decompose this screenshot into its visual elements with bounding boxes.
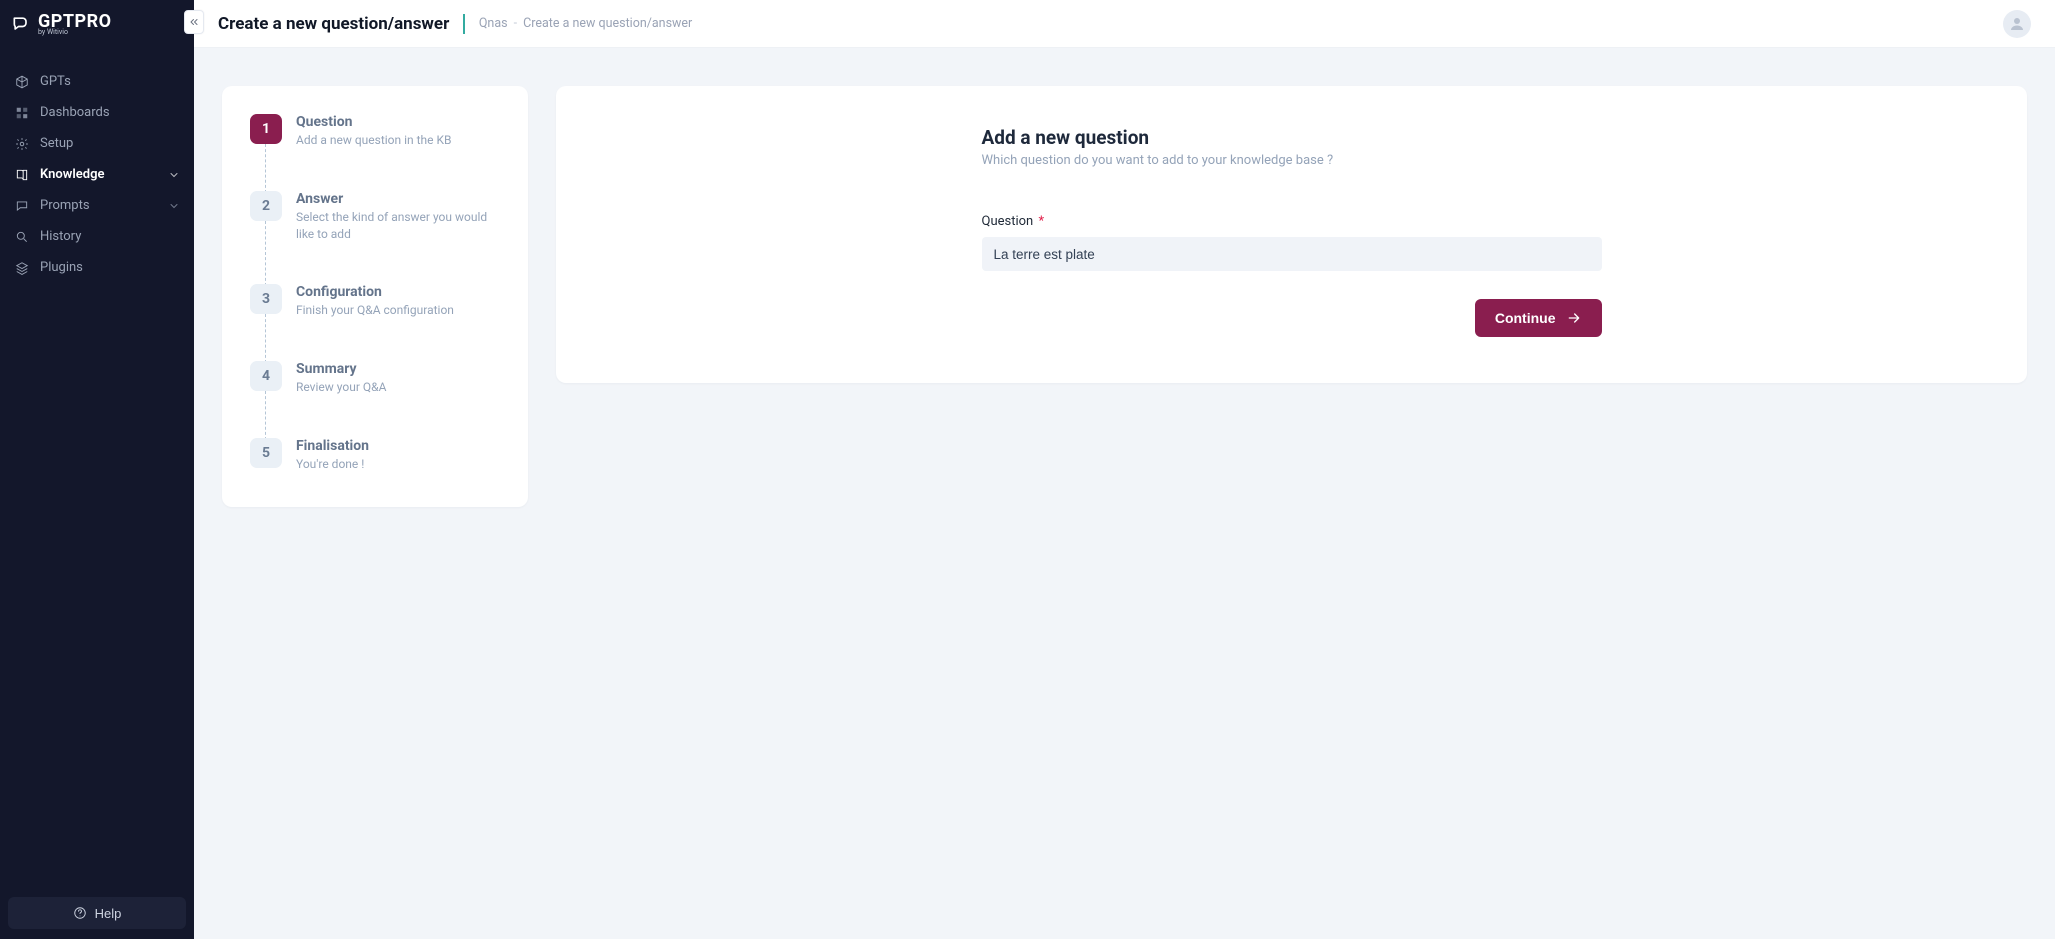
- form-card: Add a new question Which question do you…: [556, 86, 2027, 383]
- step-summary[interactable]: 4 Summary Review your Q&A: [250, 361, 500, 438]
- sidebar-item-label: History: [40, 229, 81, 244]
- step-number: 4: [250, 361, 282, 391]
- header: Create a new question/answer Qnas - Crea…: [194, 0, 2055, 48]
- sidebar-item-gpts[interactable]: GPTs: [0, 66, 194, 97]
- sidebar-item-plugins[interactable]: Plugins: [0, 252, 194, 283]
- step-title: Finalisation: [296, 438, 369, 454]
- step-desc: Select the kind of answer you would like…: [296, 209, 500, 243]
- breadcrumb-root[interactable]: Qnas: [479, 16, 508, 31]
- step-finalisation[interactable]: 5 Finalisation You're done !: [250, 438, 500, 473]
- required-mark: *: [1038, 214, 1044, 229]
- form-subtitle: Which question do you want to add to you…: [982, 153, 1602, 168]
- sidebar-item-history[interactable]: History: [0, 221, 194, 252]
- help-label: Help: [95, 906, 122, 921]
- search-icon: [14, 229, 30, 245]
- chevron-left-double-icon: [188, 16, 200, 28]
- breadcrumb-current: Create a new question/answer: [523, 16, 692, 31]
- question-label: Question *: [982, 214, 1045, 229]
- layers-icon: [14, 260, 30, 276]
- breadcrumb-separator: -: [514, 16, 517, 31]
- step-desc: Finish your Q&A configuration: [296, 302, 454, 319]
- sidebar-item-label: Dashboards: [40, 105, 110, 120]
- sidebar: GPTPRO by Witivio GPTs Dashboards Setup: [0, 0, 194, 939]
- step-number: 2: [250, 191, 282, 221]
- form-title: Add a new question: [982, 126, 1602, 149]
- book-icon: [14, 167, 30, 183]
- question-input[interactable]: [982, 237, 1602, 271]
- step-answer[interactable]: 2 Answer Select the kind of answer you w…: [250, 191, 500, 285]
- chat-icon: [14, 198, 30, 214]
- step-number: 5: [250, 438, 282, 468]
- page-title: Create a new question/answer: [218, 14, 449, 34]
- gear-icon: [14, 136, 30, 152]
- brand-byline: by Witivio: [38, 29, 112, 36]
- step-desc: You're done !: [296, 456, 369, 473]
- user-avatar[interactable]: [2003, 10, 2031, 38]
- sidebar-item-label: Setup: [40, 136, 73, 151]
- header-divider: [463, 14, 465, 34]
- brand-logo[interactable]: GPTPRO by Witivio: [0, 0, 194, 48]
- step-configuration[interactable]: 3 Configuration Finish your Q&A configur…: [250, 284, 500, 361]
- grid-icon: [14, 105, 30, 121]
- step-desc: Review your Q&A: [296, 379, 386, 396]
- chevron-down-icon: [168, 200, 180, 212]
- step-number: 3: [250, 284, 282, 314]
- chevron-down-icon: [168, 169, 180, 181]
- cube-icon: [14, 74, 30, 90]
- sidebar-item-label: Plugins: [40, 260, 83, 275]
- continue-label: Continue: [1495, 310, 1556, 326]
- sidebar-item-knowledge[interactable]: Knowledge: [0, 159, 194, 190]
- step-title: Summary: [296, 361, 386, 377]
- step-question[interactable]: 1 Question Add a new question in the KB: [250, 114, 500, 191]
- sidebar-item-label: Prompts: [40, 198, 90, 213]
- step-title: Configuration: [296, 284, 454, 300]
- sidebar-item-label: GPTs: [40, 74, 71, 89]
- step-title: Question: [296, 114, 452, 130]
- sidebar-item-prompts[interactable]: Prompts: [0, 190, 194, 221]
- sidebar-item-setup[interactable]: Setup: [0, 128, 194, 159]
- user-icon: [2008, 15, 2026, 33]
- stepper-card: 1 Question Add a new question in the KB …: [222, 86, 528, 507]
- help-icon: [73, 906, 87, 920]
- step-title: Answer: [296, 191, 500, 207]
- question-label-text: Question: [982, 214, 1034, 229]
- step-number: 1: [250, 114, 282, 144]
- step-desc: Add a new question in the KB: [296, 132, 452, 149]
- continue-button[interactable]: Continue: [1475, 299, 1602, 337]
- sidebar-item-label: Knowledge: [40, 167, 104, 182]
- logo-mark-icon: [10, 14, 32, 34]
- sidebar-item-dashboards[interactable]: Dashboards: [0, 97, 194, 128]
- arrow-right-icon: [1566, 310, 1582, 326]
- help-button[interactable]: Help: [8, 897, 186, 929]
- breadcrumb: Qnas - Create a new question/answer: [479, 16, 692, 31]
- sidebar-nav: GPTs Dashboards Setup Knowledge Prompts: [0, 48, 194, 887]
- sidebar-collapse-button[interactable]: [184, 10, 204, 34]
